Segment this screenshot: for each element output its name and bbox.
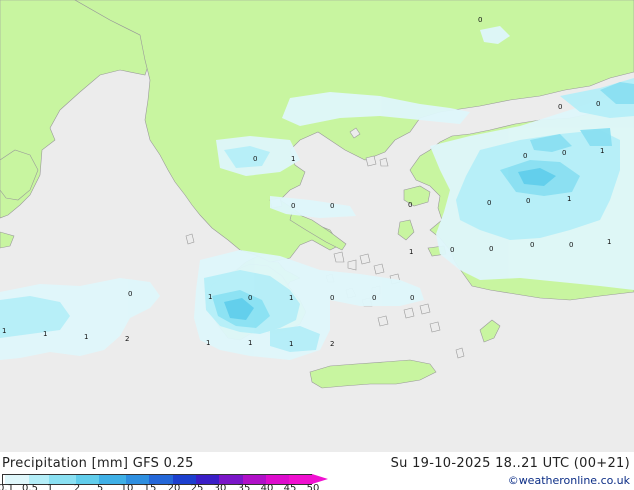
map-value-label: 1 [289,294,293,302]
map-value-label: 0 [253,155,257,163]
map-value-label: 0 [523,152,527,160]
legend-tick-label: 1 [46,483,54,490]
map-value-label: 1 [248,339,252,347]
map-value-label: 0 [530,241,534,249]
legend-tick-label: 30 [213,483,227,490]
map-value-label: 1 [206,339,210,347]
map-value-label: 0 [291,202,295,210]
valid-time: Su 19-10-2025 18..21 UTC (00+21) [390,456,630,471]
map-value-label: 0 [408,201,412,209]
map-value-label: 2 [125,335,129,343]
map-value-label: 0 [569,241,573,249]
map-value-label: 1 [84,333,88,341]
map-value-label: 0 [487,199,491,207]
map-value-label: 0 [489,245,493,253]
legend-tick-label: 2 [73,483,81,490]
map-value-label: 1 [43,330,47,338]
map-value-label: 0 [558,103,562,111]
map-value-label: 0 [248,294,252,302]
precipitation-map: 0 0 0 1 0 0 0 0 0 0 0 0 0 1 1 0 1 1 0 0 1 0 1 0 0 0 1 1 1 2 1 1 1 2 0 [0,0,634,452]
map-value-label: 0 [478,16,482,24]
legend-tick-label: 50 [306,483,320,490]
legend-tick-label: 0.5 [22,483,38,490]
legend-tick-label: 15 [143,483,157,490]
map-value-label: 0 [596,100,600,108]
legend-tick-label: 20 [167,483,181,490]
map-value-label: 1 [607,238,611,246]
legend-tick-label: 45 [283,483,297,490]
map-value-label: 0 [410,294,414,302]
legend-tick-label: 40 [260,483,274,490]
map-value-label: 0 [128,290,132,298]
chart-footer: Precipitation [mm] GFS 0.25 Su 19-10-202… [0,452,634,490]
legend-tick-label: 25 [190,483,204,490]
legend-tick-label: 10 [120,483,134,490]
map-value-label: 1 [291,155,295,163]
map-value-label: 0 [562,149,566,157]
map-value-label: 1 [567,195,571,203]
map-value-label: 1 [289,340,293,348]
weather-chart: 00010000000001101100101000111211120 Prec… [0,0,634,490]
map-value-label: 0 [330,294,334,302]
map-value-label: 1 [208,293,212,301]
map-value-label: 1 [409,248,413,256]
map-value-label: 1 [600,147,604,155]
credit-link[interactable]: ©weatheronline.co.uk [508,474,630,487]
map-value-label: 0 [450,246,454,254]
legend-tick-label: 0.1 [0,483,14,490]
chart-title: Precipitation [mm] GFS 0.25 [2,456,194,471]
map-value-label: 0 [330,202,334,210]
map-value-label: 0 [372,294,376,302]
legend-tick-label: 35 [237,483,251,490]
map-value-label: 0 [526,197,530,205]
map-value-label: 2 [330,340,334,348]
map-value-label: 1 [2,327,6,335]
legend-tick-label: 5 [96,483,104,490]
legend-swatch [49,475,77,484]
